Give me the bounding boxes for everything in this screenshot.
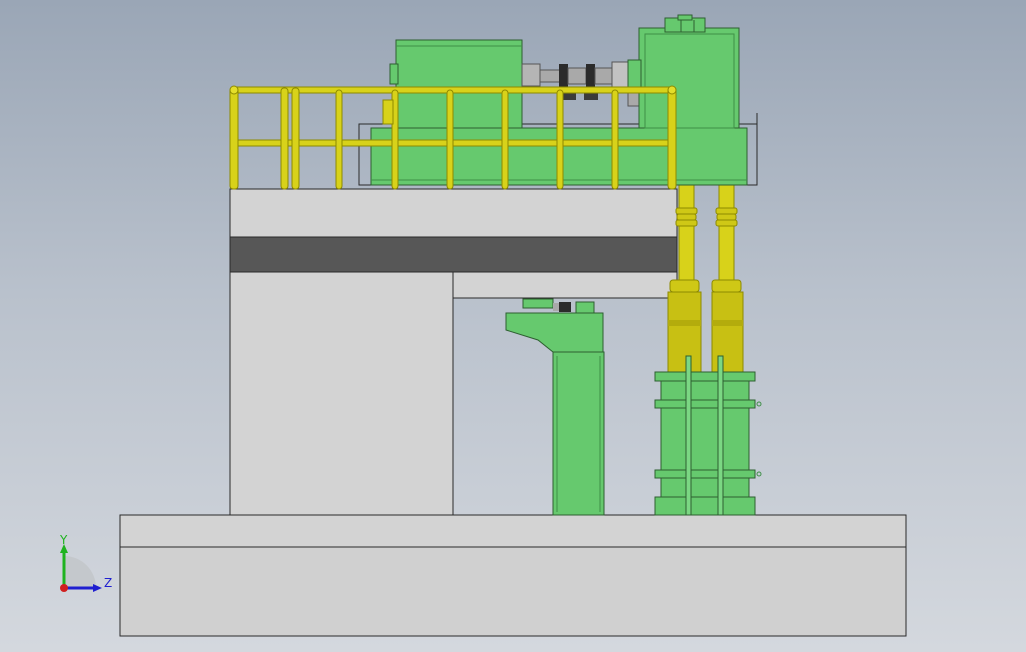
cad-model-front-view[interactable]: Y Z	[0, 0, 1026, 652]
y-axis-label: Y	[59, 533, 68, 547]
dark-band	[229, 236, 678, 273]
support-column[interactable]	[505, 298, 605, 516]
orientation-triad: Y Z	[59, 533, 112, 592]
hydraulic-cylinders[interactable]	[667, 184, 744, 373]
cylinder-housing[interactable]	[654, 355, 762, 516]
shaft-coupling[interactable]	[521, 61, 643, 107]
z-axis-label: Z	[104, 576, 112, 590]
graphics-viewport[interactable]: Y Z	[0, 0, 1026, 652]
concrete-pedestal[interactable]	[229, 188, 678, 516]
triad-quadrant	[64, 556, 96, 588]
x-axis-origin	[60, 584, 68, 592]
base-foundation[interactable]	[119, 514, 907, 637]
gearbox[interactable]	[627, 14, 740, 129]
